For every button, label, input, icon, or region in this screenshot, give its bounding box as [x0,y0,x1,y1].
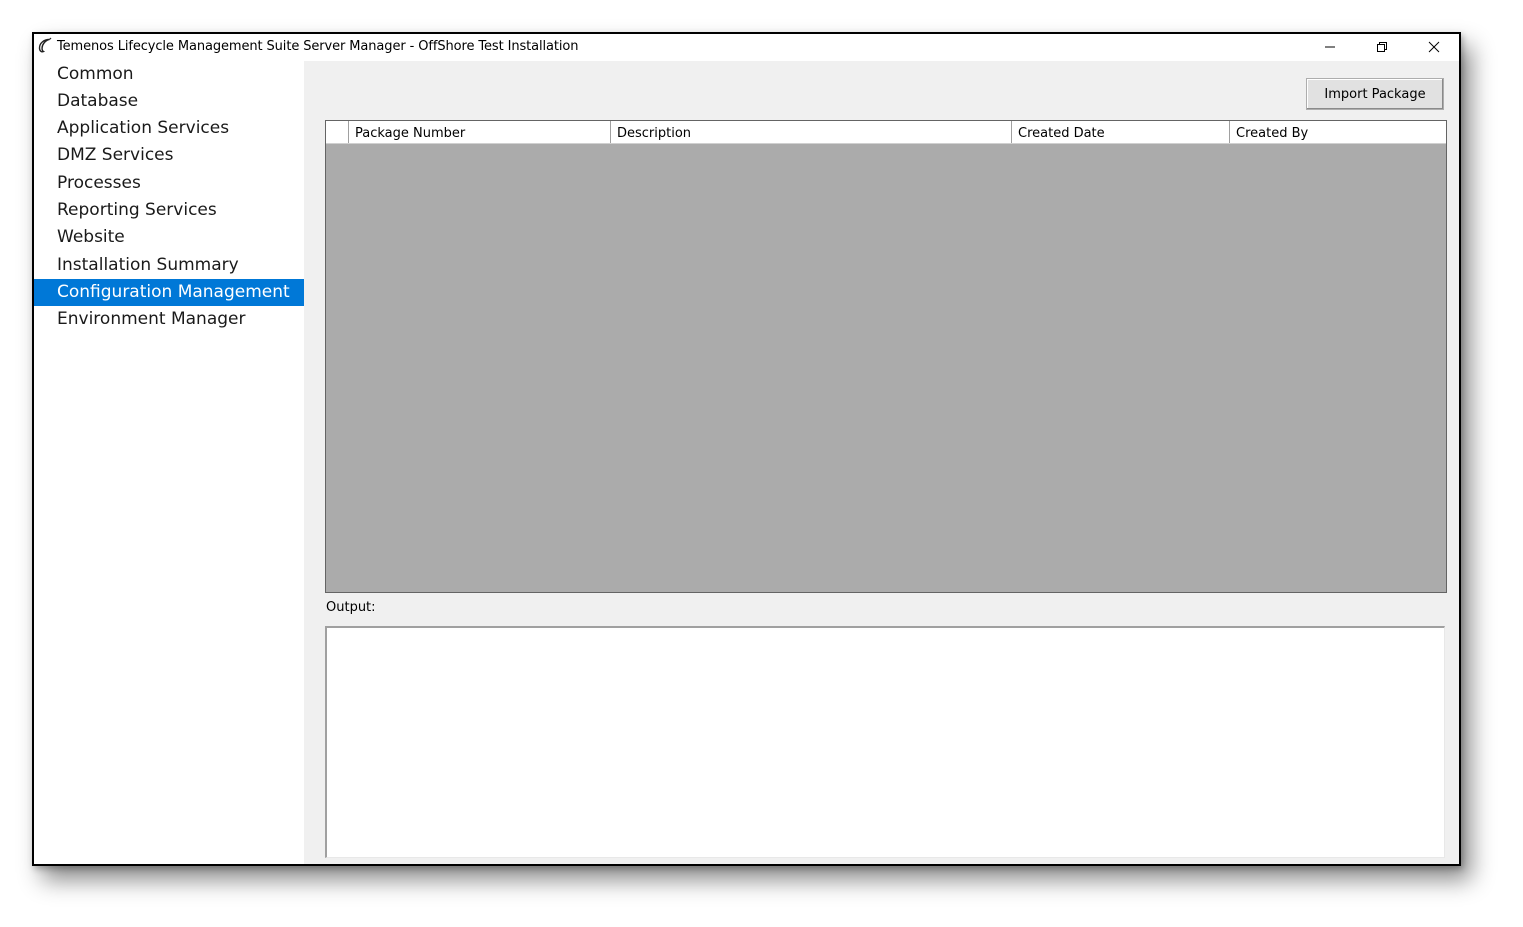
import-package-button[interactable]: Import Package [1306,78,1444,110]
navigation-sidebar: Common Database Application Services DMZ… [34,61,304,864]
close-button[interactable] [1408,34,1459,59]
sidebar-item-reporting-services[interactable]: Reporting Services [34,197,304,224]
sidebar-item-processes[interactable]: Processes [34,170,304,197]
column-header-created-date[interactable]: Created Date [1011,121,1229,143]
grid-row-header-corner[interactable] [326,121,348,143]
sidebar-item-application-services[interactable]: Application Services [34,115,304,142]
close-icon [1428,41,1440,52]
column-header-package-number[interactable]: Package Number [348,121,610,143]
app-window: Temenos Lifecycle Management Suite Serve… [32,32,1461,866]
grid-empty-area[interactable] [326,144,1446,592]
minimize-button[interactable] [1304,34,1356,59]
sidebar-item-configuration-management[interactable]: Configuration Management [34,279,304,306]
sidebar-item-common[interactable]: Common [34,61,304,88]
output-label: Output: [326,600,376,615]
sidebar-item-dmz-services[interactable]: DMZ Services [34,142,304,169]
sidebar-item-environment-manager[interactable]: Environment Manager [34,306,304,333]
restore-button[interactable] [1356,34,1408,59]
grid-header: Package Number Description Created Date … [326,121,1446,144]
restore-icon [1377,41,1387,52]
output-textbox[interactable] [325,626,1445,858]
temenos-logo-icon [37,37,54,54]
column-header-description[interactable]: Description [610,121,1011,143]
minimize-icon [1325,46,1335,47]
configuration-management-panel: Import Package Package Number Descriptio… [304,61,1459,864]
packages-grid[interactable]: Package Number Description Created Date … [325,120,1447,593]
sidebar-item-installation-summary[interactable]: Installation Summary [34,252,304,279]
title-bar[interactable]: Temenos Lifecycle Management Suite Serve… [34,34,1459,61]
column-header-created-by[interactable]: Created By [1229,121,1445,143]
window-title: Temenos Lifecycle Management Suite Serve… [57,39,579,54]
sidebar-item-database[interactable]: Database [34,88,304,115]
sidebar-item-website[interactable]: Website [34,224,304,251]
